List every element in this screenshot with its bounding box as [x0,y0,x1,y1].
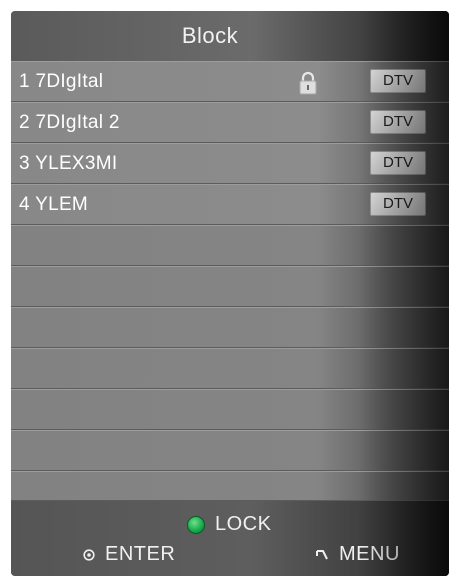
empty-row [11,225,449,266]
block-panel: Block 1 7DIgItal DTV 2 7DIgItal 2 DTV 3 … [11,11,449,576]
enter-hint[interactable]: ENTER [83,543,175,566]
dtv-badge: DTV [370,151,426,175]
menu-hint[interactable]: MENU [315,543,400,566]
channel-list: 1 7DIgItal DTV 2 7DIgItal 2 DTV 3 YLEX3M… [11,61,449,501]
footer: LOCK ENTER MENU [11,501,449,576]
header: Block [11,11,449,61]
lock-label: LOCK [215,513,272,535]
channel-row-1[interactable]: 1 7DIgItal DTV [11,61,449,102]
page-title: Block [181,23,239,48]
enter-label: ENTER [105,543,176,565]
back-icon [316,549,328,559]
green-button-icon [187,515,205,534]
dtv-badge: DTV [370,192,426,216]
channel-name: 4 YLEM [19,194,89,215]
dtv-badge: DTV [370,110,426,134]
channel-row-3[interactable]: 3 YLEX3MI DTV [11,143,449,184]
lock-hint[interactable]: LOCK [187,513,271,536]
channel-name: 2 7DIgItal 2 [19,112,120,133]
lock-icon [299,71,317,95]
channel-name: 3 YLEX3MI [19,153,118,174]
channel-row-4[interactable]: 4 YLEM DTV [11,184,449,225]
channel-row-2[interactable]: 2 7DIgItal 2 DTV [11,102,449,143]
enter-icon [83,548,95,561]
empty-row [11,471,449,501]
empty-row [11,307,449,348]
empty-row [11,266,449,307]
empty-row [11,389,449,430]
dtv-badge: DTV [370,69,426,93]
menu-label: MENU [339,543,400,565]
empty-row [11,348,449,389]
channel-name: 1 7DIgItal [19,71,104,92]
empty-row [11,430,449,471]
